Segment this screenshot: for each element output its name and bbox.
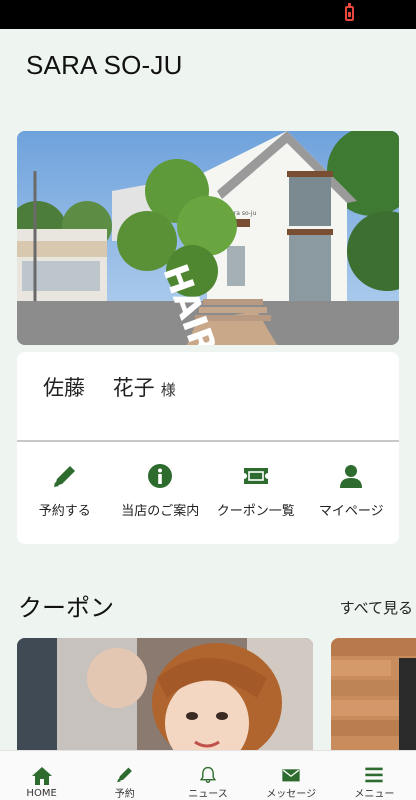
store-info-label: 当店のご案内 bbox=[121, 504, 200, 519]
battery-icon bbox=[345, 3, 354, 21]
nav-news[interactable]: ニュース bbox=[166, 751, 249, 800]
my-page-button[interactable]: マイページ bbox=[304, 452, 400, 532]
info-icon bbox=[148, 464, 173, 488]
nav-menu-label: メニュー bbox=[354, 789, 395, 800]
card-divider bbox=[17, 440, 399, 442]
nav-message-label: メッセージ bbox=[266, 789, 317, 800]
bottom-nav: HOME 予約 ニュース メッセージ メニュー bbox=[0, 750, 416, 800]
nav-message[interactable]: メッセージ bbox=[250, 751, 333, 800]
nav-reserve-label: 予約 bbox=[114, 789, 135, 800]
coupon-card-2[interactable] bbox=[331, 638, 416, 758]
nav-reserve[interactable]: 予約 bbox=[83, 751, 166, 800]
pencil-icon bbox=[53, 466, 75, 487]
store-info-button[interactable]: 当店のご案内 bbox=[113, 452, 209, 532]
my-page-label: マイページ bbox=[318, 504, 384, 519]
hero-image: sara so-ju HAIR bbox=[17, 131, 399, 345]
coupon-section-title: クーポン bbox=[18, 594, 114, 622]
menu-icon bbox=[365, 767, 384, 783]
status-bar bbox=[0, 0, 416, 29]
nav-news-label: ニュース bbox=[188, 789, 228, 800]
see-all-link[interactable]: すべて見る bbox=[340, 597, 413, 618]
app-title: SARA SO-JU bbox=[26, 50, 183, 80]
coupon-list-button[interactable]: クーポン一覧 bbox=[208, 452, 304, 532]
nav-home-label: HOME bbox=[26, 788, 57, 799]
nav-menu[interactable]: メニュー bbox=[333, 751, 416, 800]
ticket-icon bbox=[243, 468, 268, 484]
coupon-card-1[interactable] bbox=[17, 638, 313, 758]
person-icon bbox=[340, 465, 363, 488]
home-icon bbox=[31, 767, 52, 785]
reserve-label: 予約する bbox=[38, 504, 91, 519]
user-name-text: 佐藤 花子 bbox=[43, 376, 155, 400]
user-name: 佐藤 花子様 bbox=[43, 372, 176, 402]
coupon-list-label: クーポン一覧 bbox=[216, 504, 295, 519]
nav-home[interactable]: HOME bbox=[0, 751, 83, 800]
reserve-button[interactable]: 予約する bbox=[17, 452, 113, 532]
quick-actions: 予約する 当店のご案内 クーポン一覧 マイページ bbox=[17, 452, 399, 532]
coupon-photo-1 bbox=[17, 638, 313, 758]
user-card: 佐藤 花子様 予約する 当店のご案内 クーポン一覧 マイページ bbox=[17, 352, 399, 544]
user-honorific: 様 bbox=[160, 381, 176, 399]
coupon-photo-2 bbox=[331, 638, 416, 758]
mail-icon bbox=[282, 769, 300, 782]
pencil-icon bbox=[117, 767, 132, 783]
bell-icon bbox=[199, 766, 217, 783]
salon-photo: sara so-ju HAIR bbox=[17, 131, 399, 345]
